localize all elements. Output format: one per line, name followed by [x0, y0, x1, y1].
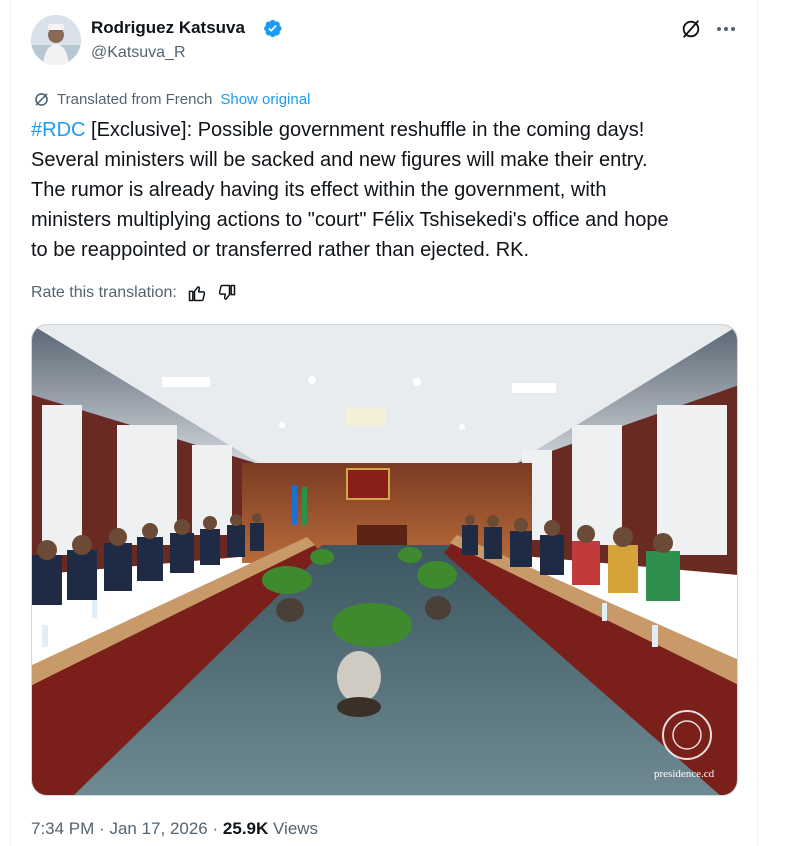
- hashtag-link[interactable]: #RDC: [31, 119, 85, 141]
- thumbs-down-icon[interactable]: [217, 283, 237, 303]
- tweet-time[interactable]: 7:34 PM: [31, 819, 94, 838]
- grok-icon[interactable]: [680, 18, 702, 40]
- translation-notice: Translated from French Show original: [32, 89, 310, 109]
- more-icon[interactable]: [714, 20, 738, 38]
- views-label: Views: [273, 819, 319, 838]
- cabinet-meeting-image: presidence.cd: [32, 325, 737, 795]
- rate-translation: Rate this translation:: [31, 283, 237, 303]
- tweet-meta: 7:34 PM · Jan 17, 2026 · 25.9K Views: [31, 819, 318, 839]
- tweet-text: #RDC [Exclusive]: Possible government re…: [31, 115, 746, 265]
- show-original-link[interactable]: Show original: [220, 91, 310, 108]
- tweet-line: Several ministers will be sacked and new…: [31, 149, 648, 171]
- tweet-photo[interactable]: presidence.cd: [31, 324, 738, 796]
- author-handle[interactable]: @Katsuva_R: [91, 44, 186, 62]
- tweet-date[interactable]: Jan 17, 2026: [109, 819, 207, 838]
- verified-badge-icon: [264, 19, 282, 38]
- meta-separator: ·: [99, 819, 105, 838]
- tweet-line: to be reappointed or transferred rather …: [31, 239, 530, 261]
- tweet-line: The rumor is already having its effect w…: [31, 179, 607, 201]
- thumbs-up-icon[interactable]: [187, 283, 207, 303]
- watermark-text: presidence.cd: [654, 768, 715, 780]
- views-count: 25.9K: [222, 819, 269, 838]
- rate-label: Rate this translation:: [31, 284, 177, 301]
- tweet-line: [Exclusive]: Possible government reshuff…: [85, 119, 645, 141]
- translation-label: Translated from French: [57, 90, 213, 108]
- meta-separator: ·: [212, 819, 219, 838]
- translate-icon: [35, 92, 48, 106]
- avatar[interactable]: [31, 15, 81, 65]
- tweet-line: ministers multiplying actions to "court"…: [31, 209, 669, 231]
- author-name[interactable]: Rodriguez Katsuva: [91, 18, 245, 38]
